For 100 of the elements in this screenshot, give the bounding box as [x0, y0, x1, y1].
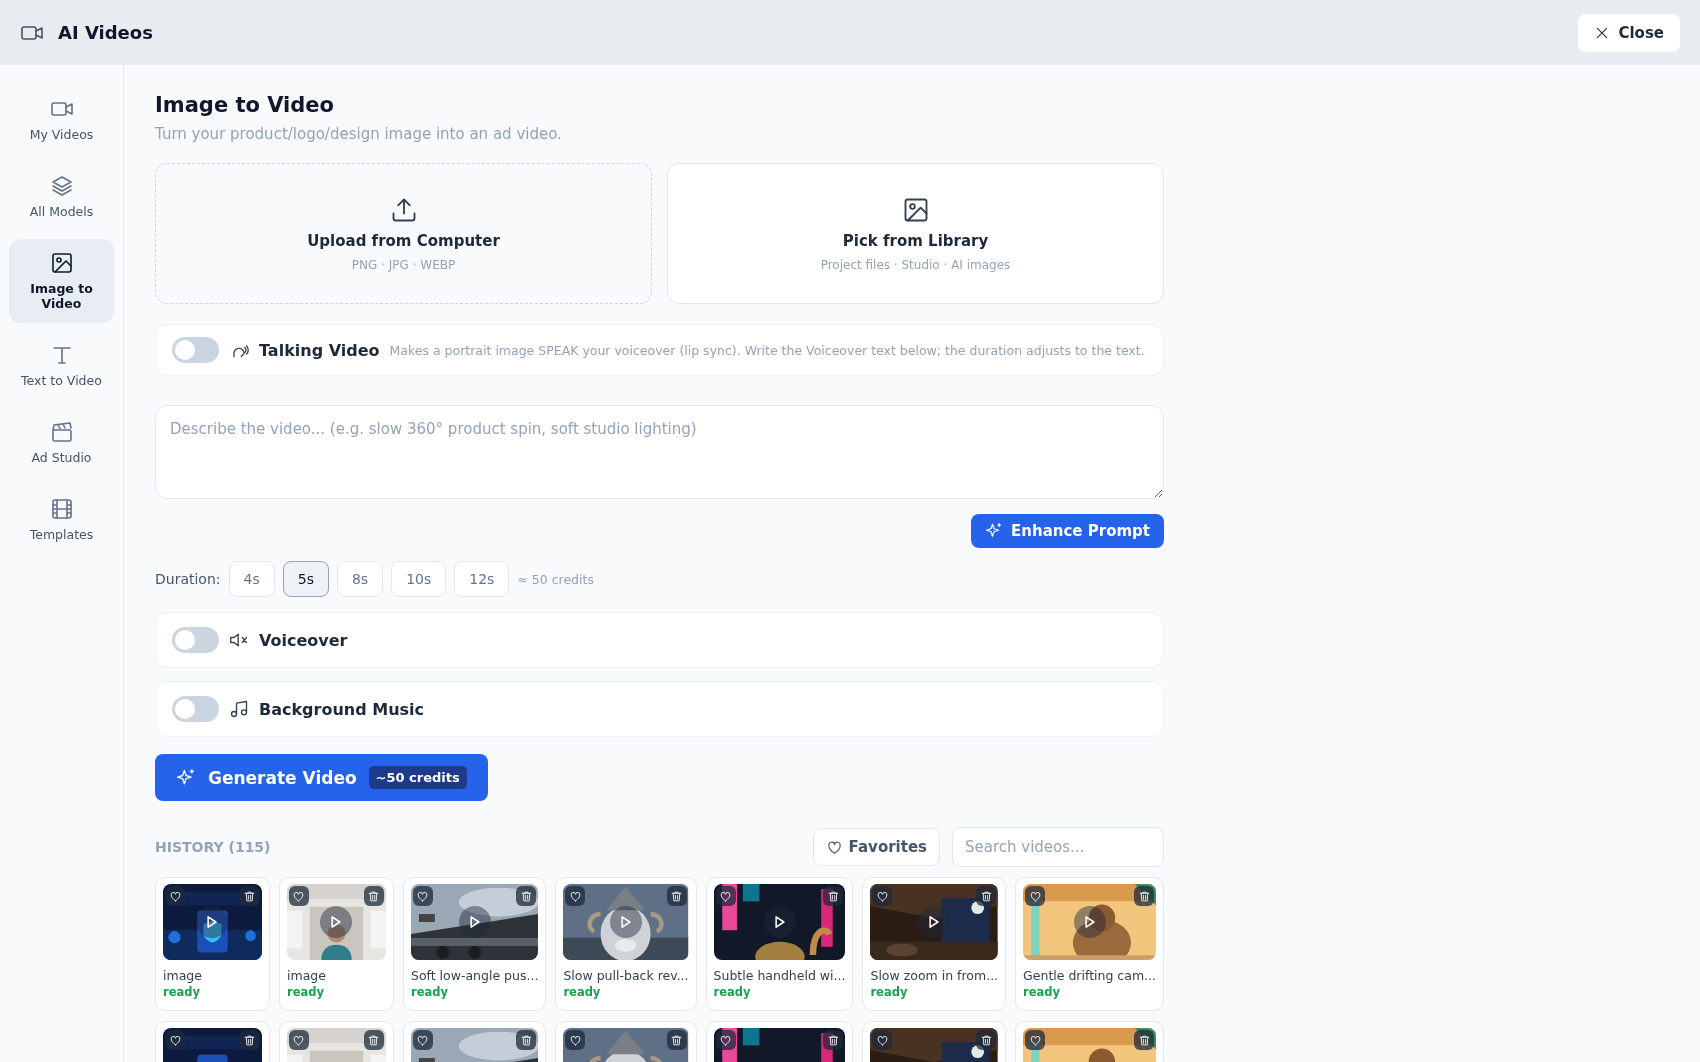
- delete-button[interactable]: [1134, 1030, 1154, 1050]
- heart-icon: [292, 889, 306, 903]
- favorite-button[interactable]: [165, 1030, 185, 1050]
- video-card[interactable]: Subtle handheld wi... ready: [705, 877, 854, 1011]
- toggle-label: Voiceover: [259, 630, 348, 650]
- duration-option[interactable]: 5s: [282, 561, 329, 597]
- trash-icon: [367, 1033, 381, 1047]
- trash-icon: [519, 889, 533, 903]
- video-title: image: [163, 968, 203, 983]
- page-subtitle: Turn your product/logo/design image into an ad video.: [155, 125, 563, 143]
- library-picker[interactable]: Pick from Library Project files · Studio · AI images: [667, 163, 1164, 304]
- close-button[interactable]: Close: [1578, 13, 1680, 52]
- video-card[interactable]: image ready: [155, 877, 270, 1011]
- trash-icon: [1137, 889, 1151, 903]
- talking-video-toggle[interactable]: [172, 337, 219, 363]
- sidebar-item[interactable]: Ad Studio: [9, 408, 114, 477]
- video-status: ready: [163, 985, 201, 999]
- delete-button[interactable]: [1134, 886, 1154, 906]
- favorite-button[interactable]: [289, 886, 309, 906]
- source-title: Pick from Library: [842, 231, 989, 250]
- sidebar-item[interactable]: Templates: [9, 485, 114, 554]
- favorite-button[interactable]: [565, 1030, 586, 1050]
- trash-icon: [979, 889, 993, 903]
- favorite-button[interactable]: [715, 886, 736, 906]
- play-icon: [469, 916, 480, 928]
- favorite-button[interactable]: [412, 1030, 433, 1050]
- video-card[interactable]: image ready: [279, 877, 394, 1011]
- favorites-button[interactable]: Favorites: [812, 828, 940, 866]
- favorite-button[interactable]: [715, 1030, 736, 1050]
- heart-icon: [1028, 889, 1042, 903]
- delete-button[interactable]: [976, 886, 997, 906]
- sidebar-label: Templates: [29, 527, 94, 542]
- upload-dropzone[interactable]: Upload from Computer PNG · JPG · WEBP: [155, 163, 652, 304]
- heart-icon: [568, 1033, 582, 1047]
- duration-option[interactable]: 10s: [391, 561, 447, 597]
- search-field[interactable]: Search videos...: [952, 827, 1164, 867]
- favorite-button[interactable]: [872, 886, 893, 906]
- sidebar-item[interactable]: All Models: [9, 162, 114, 231]
- favorite-button[interactable]: [565, 886, 586, 906]
- layers-icon: [49, 174, 74, 198]
- heart-icon: [875, 1033, 889, 1047]
- delete-button[interactable]: [516, 1030, 537, 1050]
- video-status: ready: [1023, 985, 1062, 999]
- sidebar-item[interactable]: Text to Video: [9, 331, 114, 400]
- video-card[interactable]: Gentle drifting cam... ready: [1015, 877, 1164, 1011]
- trash-icon: [519, 1033, 533, 1047]
- play-icon: [207, 916, 218, 928]
- trash-icon: [670, 1033, 684, 1047]
- heart-icon: [719, 1033, 733, 1047]
- switch-toggle[interactable]: [172, 696, 219, 722]
- prompt-field[interactable]: Describe the video... (e.g. slow 360° product spin, soft studio lighting): [155, 405, 1164, 499]
- play-button[interactable]: [196, 906, 229, 938]
- video-title: Slow zoom in from...: [870, 968, 999, 983]
- favorite-button[interactable]: [412, 886, 433, 906]
- video-status: ready: [713, 985, 752, 999]
- heart-icon: [168, 1033, 182, 1047]
- sidebar-label: All Models: [29, 204, 94, 219]
- favorite-button[interactable]: [1025, 886, 1046, 906]
- sidebar-item[interactable]: My Videos: [9, 85, 114, 154]
- play-icon: [929, 916, 940, 928]
- sidebar-label: My Videos: [29, 127, 94, 142]
- enhance-prompt-button[interactable]: Enhance Prompt: [971, 514, 1164, 548]
- generate-video-button[interactable]: Generate Video ~50 credits: [155, 754, 488, 801]
- delete-button[interactable]: [976, 1030, 997, 1050]
- heart-icon: [875, 889, 889, 903]
- favorite-button[interactable]: [872, 1030, 893, 1050]
- duration-option[interactable]: 8s: [336, 561, 384, 597]
- heart-icon: [416, 889, 430, 903]
- delete-button[interactable]: [823, 1030, 844, 1050]
- duration-label: Duration:: [155, 571, 221, 587]
- video-status: ready: [410, 985, 449, 999]
- credits-badge: ~50 credits: [368, 766, 467, 789]
- play-button[interactable]: [918, 906, 951, 938]
- video-status: ready: [287, 985, 325, 999]
- play-button[interactable]: [763, 906, 796, 938]
- talking-video-note: Makes a portrait image SPEAK your voiceover (lip sync). Write the Voiceover text below; the duration adjusts to the text.: [389, 342, 1145, 358]
- music-note-icon: [229, 699, 249, 719]
- duration-option[interactable]: 4s: [228, 561, 275, 597]
- delete-button[interactable]: [516, 886, 537, 906]
- trash-icon: [367, 889, 381, 903]
- play-button[interactable]: [458, 906, 491, 938]
- favorite-button[interactable]: [165, 886, 185, 906]
- delete-button[interactable]: [823, 886, 844, 906]
- switch-toggle[interactable]: [172, 627, 219, 653]
- video-card[interactable]: Soft low-angle pus... ready: [402, 877, 547, 1011]
- sidebar-item[interactable]: Image to Video: [9, 239, 114, 323]
- sidebar-label: Ad Studio: [31, 450, 92, 465]
- favorite-button[interactable]: [289, 1030, 309, 1050]
- history-title: HISTORY (115): [155, 839, 272, 855]
- video-card[interactable]: Slow zoom in from... ready: [862, 877, 1007, 1011]
- video-card[interactable]: Slow pull-back rev... ready: [555, 877, 697, 1011]
- heart-icon: [825, 838, 843, 856]
- video-title: Gentle drifting cam...: [1023, 968, 1156, 983]
- play-button[interactable]: [610, 906, 642, 938]
- favorite-button[interactable]: [1025, 1030, 1046, 1050]
- play-button[interactable]: [1073, 906, 1106, 938]
- video-title: Subtle handheld wi...: [713, 968, 846, 983]
- trash-icon: [979, 1033, 993, 1047]
- heart-icon: [416, 1033, 430, 1047]
- duration-option[interactable]: 12s: [454, 561, 510, 597]
